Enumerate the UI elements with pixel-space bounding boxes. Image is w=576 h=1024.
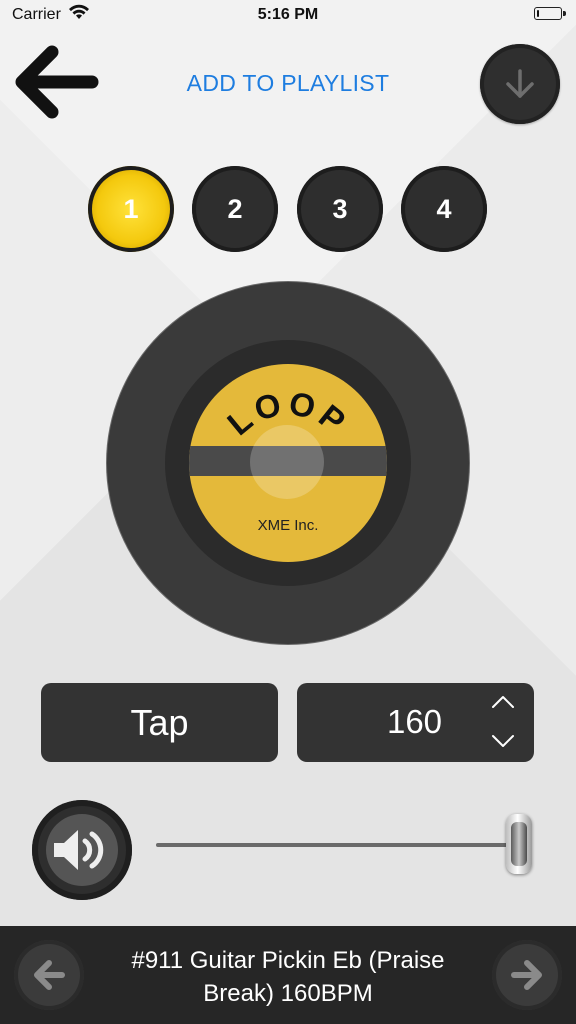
add-to-playlist-link[interactable]: ADD TO PLAYLIST (160, 70, 416, 97)
volume-slider-track[interactable] (156, 843, 532, 847)
speaker-icon (54, 830, 104, 870)
arrow-left-icon (15, 45, 99, 119)
next-track-button[interactable] (492, 940, 562, 1010)
slot-button-1[interactable]: 1 (88, 166, 174, 252)
record-disc[interactable]: LOOP XME Inc. (107, 282, 469, 644)
bpm-stepper: 160 (297, 683, 534, 762)
previous-track-button[interactable] (14, 940, 84, 1010)
record-label: LOOP XME Inc. (189, 364, 387, 562)
arrow-down-icon (506, 69, 534, 98)
volume-slider-thumb[interactable] (506, 814, 532, 874)
record-groove: LOOP XME Inc. (165, 340, 411, 586)
mute-button[interactable] (32, 800, 132, 900)
slot-button-3[interactable]: 3 (297, 166, 383, 252)
chevron-down-icon[interactable] (490, 732, 516, 750)
back-button[interactable] (12, 40, 102, 130)
clock: 5:16 PM (257, 6, 319, 23)
slot-button-2[interactable]: 2 (192, 166, 278, 252)
slot-selector: 1 2 3 4 (88, 166, 488, 254)
record-title: LOOP (220, 384, 351, 442)
status-bar: Carrier 5:16 PM (0, 0, 576, 30)
chevron-up-icon[interactable] (490, 693, 516, 711)
now-playing-bar: #911 Guitar Pickin Eb (Praise Break) 160… (0, 926, 576, 1024)
svg-text:LOOP: LOOP (220, 384, 355, 442)
arrow-left-icon (34, 960, 65, 990)
arrow-right-icon (511, 960, 542, 990)
track-title: #911 Guitar Pickin Eb (Praise Break) 160… (131, 947, 445, 1007)
slot-button-4[interactable]: 4 (401, 166, 487, 252)
download-button[interactable] (480, 44, 560, 124)
battery-icon (534, 7, 566, 20)
tap-tempo-button[interactable]: Tap (41, 683, 278, 762)
record-maker: XME Inc. (257, 517, 319, 534)
